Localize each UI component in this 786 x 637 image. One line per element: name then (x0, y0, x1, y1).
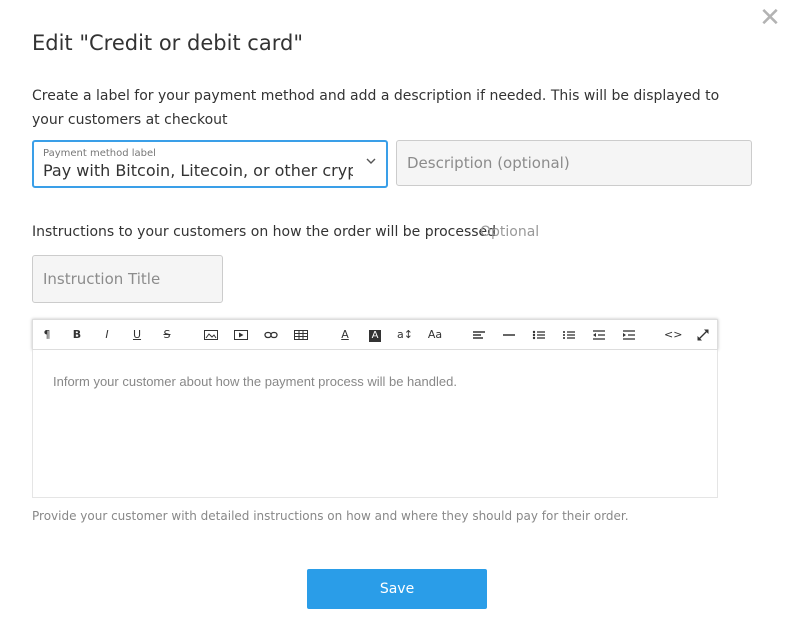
payment-method-select[interactable]: Payment method label Pay with Bitcoin, L… (32, 140, 388, 188)
description-input[interactable] (396, 140, 752, 186)
text-color-icon[interactable]: A (336, 326, 354, 344)
table-icon[interactable] (292, 326, 310, 344)
bulleted-list-icon[interactable] (530, 326, 548, 344)
instructions-help-text: Provide your customer with detailed inst… (32, 509, 629, 523)
image-icon[interactable] (202, 326, 220, 344)
instructions-label: Instructions to your customers on how th… (32, 224, 497, 240)
indent-icon[interactable] (620, 326, 638, 344)
font-family-icon[interactable]: Aa (426, 326, 444, 344)
intro-text: Create a label for your payment method a… (32, 88, 720, 128)
dialog-title: Edit "Credit or debit card" (32, 31, 303, 55)
strikethrough-icon[interactable]: S (158, 326, 176, 344)
align-icon[interactable] (470, 326, 488, 344)
code-view-icon[interactable]: <> (664, 326, 682, 344)
font-size-icon[interactable]: a↕ (396, 326, 414, 344)
instruction-title-input[interactable] (32, 255, 223, 303)
link-icon[interactable] (262, 326, 280, 344)
chevron-down-icon (366, 158, 376, 164)
video-icon[interactable] (232, 326, 250, 344)
save-button[interactable]: Save (307, 569, 487, 609)
numbered-list-icon[interactable] (560, 326, 578, 344)
outdent-icon[interactable] (590, 326, 608, 344)
background-color-glyph: A (369, 330, 381, 342)
horizontal-rule-icon[interactable] (500, 326, 518, 344)
underline-icon[interactable]: U (128, 326, 146, 344)
optional-label: Optional (480, 224, 540, 240)
payment-method-label: Payment method label (43, 148, 156, 159)
editor-toolbar: ¶ B I U S A A a↕ Aa <> (32, 319, 718, 350)
paragraph-icon[interactable]: ¶ (38, 326, 56, 344)
instructions-editor[interactable]: Inform your customer about how the payme… (32, 350, 718, 498)
bold-icon[interactable]: B (68, 326, 86, 344)
background-color-icon[interactable]: A (366, 326, 384, 344)
close-icon[interactable]: ✕ (758, 5, 782, 31)
editor-placeholder: Inform your customer about how the payme… (53, 374, 457, 389)
fullscreen-icon[interactable] (694, 326, 712, 344)
italic-icon[interactable]: I (98, 326, 116, 344)
payment-method-value: Pay with Bitcoin, Litecoin, or other cry… (43, 161, 353, 180)
